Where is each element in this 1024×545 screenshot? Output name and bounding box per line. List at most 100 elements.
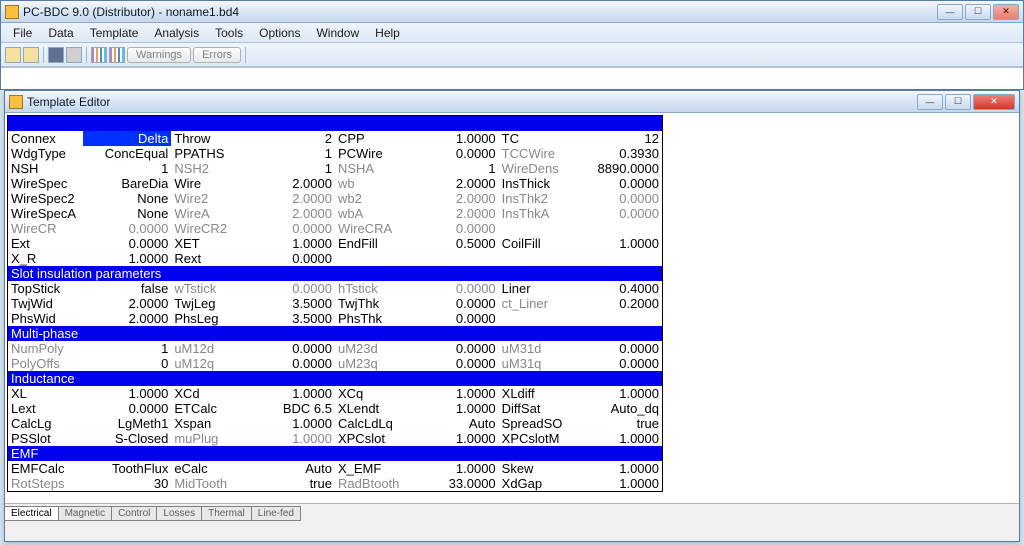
param-value[interactable]: 0.3930 — [575, 146, 663, 161]
close-button[interactable]: ✕ — [993, 4, 1019, 20]
param-value[interactable]: 8890.0000 — [575, 161, 663, 176]
param-value[interactable]: 1.0000 — [575, 476, 663, 492]
param-value[interactable]: 0.2000 — [575, 296, 663, 311]
chart-icon[interactable] — [91, 47, 107, 63]
param-value[interactable]: BareDia — [83, 176, 171, 191]
param-value[interactable]: Auto_dq — [575, 401, 663, 416]
param-value[interactable]: ConcEqual — [83, 146, 171, 161]
editor-minimize-button[interactable]: — — [917, 94, 943, 110]
editor-maximize-button[interactable]: ☐ — [945, 94, 971, 110]
tab-electrical[interactable]: Electrical — [5, 506, 59, 521]
param-value[interactable]: 0.0000 — [247, 281, 335, 296]
param-value[interactable] — [575, 221, 663, 236]
param-value[interactable]: 33.0000 — [411, 476, 499, 492]
tab-control[interactable]: Control — [111, 506, 157, 521]
param-value[interactable]: 1.0000 — [83, 251, 171, 266]
param-value[interactable]: 0.0000 — [247, 341, 335, 356]
param-value[interactable]: 2 — [247, 131, 335, 146]
print-icon[interactable] — [66, 47, 82, 63]
param-value[interactable]: 2.0000 — [83, 311, 171, 326]
param-value[interactable]: 1.0000 — [411, 431, 499, 446]
menu-data[interactable]: Data — [40, 26, 81, 40]
param-value[interactable]: 0.4000 — [575, 281, 663, 296]
tab-thermal[interactable]: Thermal — [201, 506, 252, 521]
param-value[interactable]: 0.0000 — [575, 206, 663, 221]
param-value[interactable]: 1.0000 — [575, 386, 663, 401]
param-value[interactable]: LgMeth1 — [83, 416, 171, 431]
maximize-button[interactable]: ☐ — [965, 4, 991, 20]
param-value[interactable]: 0.0000 — [83, 401, 171, 416]
menu-analysis[interactable]: Analysis — [146, 26, 207, 40]
param-value[interactable]: 2.0000 — [247, 176, 335, 191]
param-value[interactable]: 30 — [83, 476, 171, 492]
open2-icon[interactable] — [23, 47, 39, 63]
warnings-button[interactable]: Warnings — [127, 47, 191, 63]
param-value[interactable]: 1 — [83, 341, 171, 356]
param-value[interactable]: Auto — [247, 461, 335, 476]
tab-linefed[interactable]: Line-fed — [251, 506, 301, 521]
param-value[interactable]: 0.0000 — [411, 146, 499, 161]
param-value[interactable]: 1.0000 — [411, 401, 499, 416]
param-value[interactable]: true — [247, 476, 335, 492]
minimize-button[interactable]: — — [937, 4, 963, 20]
param-value[interactable]: 3.5000 — [247, 296, 335, 311]
param-value[interactable]: 1 — [83, 161, 171, 176]
param-value[interactable]: 0.0000 — [411, 221, 499, 236]
param-value[interactable]: 1 — [247, 146, 335, 161]
param-value[interactable]: None — [83, 191, 171, 206]
menu-window[interactable]: Window — [308, 26, 367, 40]
param-value[interactable]: 2.0000 — [411, 206, 499, 221]
param-value[interactable] — [575, 251, 663, 266]
param-value[interactable]: 0 — [83, 356, 171, 371]
param-value[interactable]: 1 — [247, 161, 335, 176]
param-value[interactable]: 2.0000 — [411, 176, 499, 191]
param-value[interactable]: 1 — [411, 161, 499, 176]
param-value[interactable]: true — [575, 416, 663, 431]
param-value[interactable]: 2.0000 — [247, 191, 335, 206]
param-value[interactable]: 0.0000 — [575, 356, 663, 371]
param-value[interactable]: 1.0000 — [247, 386, 335, 401]
save-icon[interactable] — [48, 47, 64, 63]
open-icon[interactable] — [5, 47, 21, 63]
menu-help[interactable]: Help — [367, 26, 408, 40]
menu-template[interactable]: Template — [82, 26, 147, 40]
param-value[interactable]: 0.0000 — [575, 176, 663, 191]
menu-tools[interactable]: Tools — [207, 26, 251, 40]
param-value[interactable]: 0.0000 — [411, 356, 499, 371]
menu-file[interactable]: File — [5, 26, 40, 40]
param-value[interactable]: 1.0000 — [575, 461, 663, 476]
param-value[interactable]: 1.0000 — [411, 386, 499, 401]
param-value[interactable]: 0.0000 — [247, 251, 335, 266]
param-value[interactable]: Auto — [411, 416, 499, 431]
param-value[interactable]: None — [83, 206, 171, 221]
param-value[interactable]: 0.0000 — [411, 296, 499, 311]
tab-magnetic[interactable]: Magnetic — [58, 506, 113, 521]
param-value[interactable]: 2.0000 — [83, 296, 171, 311]
param-value[interactable]: 0.0000 — [247, 221, 335, 236]
param-value[interactable]: ToothFlux — [83, 461, 171, 476]
param-value[interactable] — [411, 251, 499, 266]
menu-options[interactable]: Options — [251, 26, 308, 40]
param-value[interactable] — [575, 311, 663, 326]
param-value[interactable]: 0.0000 — [247, 356, 335, 371]
param-value[interactable]: 1.0000 — [247, 431, 335, 446]
param-value[interactable]: 0.0000 — [411, 311, 499, 326]
param-value[interactable]: 1.0000 — [575, 431, 663, 446]
param-value[interactable]: 1.0000 — [247, 416, 335, 431]
param-value[interactable]: 0.0000 — [411, 281, 499, 296]
param-value[interactable]: 0.0000 — [575, 191, 663, 206]
param-value[interactable]: 0.5000 — [411, 236, 499, 251]
param-value[interactable]: 0.0000 — [411, 341, 499, 356]
errors-button[interactable]: Errors — [193, 47, 241, 63]
param-value[interactable]: 2.0000 — [411, 191, 499, 206]
editor-close-button[interactable]: ✕ — [973, 94, 1015, 110]
param-value[interactable]: 12 — [575, 131, 663, 146]
param-value[interactable]: 1.0000 — [411, 461, 499, 476]
param-value[interactable]: 2.0000 — [247, 206, 335, 221]
param-value[interactable]: 1.0000 — [83, 386, 171, 401]
param-value[interactable]: 1.0000 — [411, 131, 499, 146]
param-value[interactable]: 0.0000 — [575, 341, 663, 356]
param-value[interactable]: 3.5000 — [247, 311, 335, 326]
param-value[interactable]: 1.0000 — [575, 236, 663, 251]
param-value[interactable]: BDC 6.5 — [247, 401, 335, 416]
